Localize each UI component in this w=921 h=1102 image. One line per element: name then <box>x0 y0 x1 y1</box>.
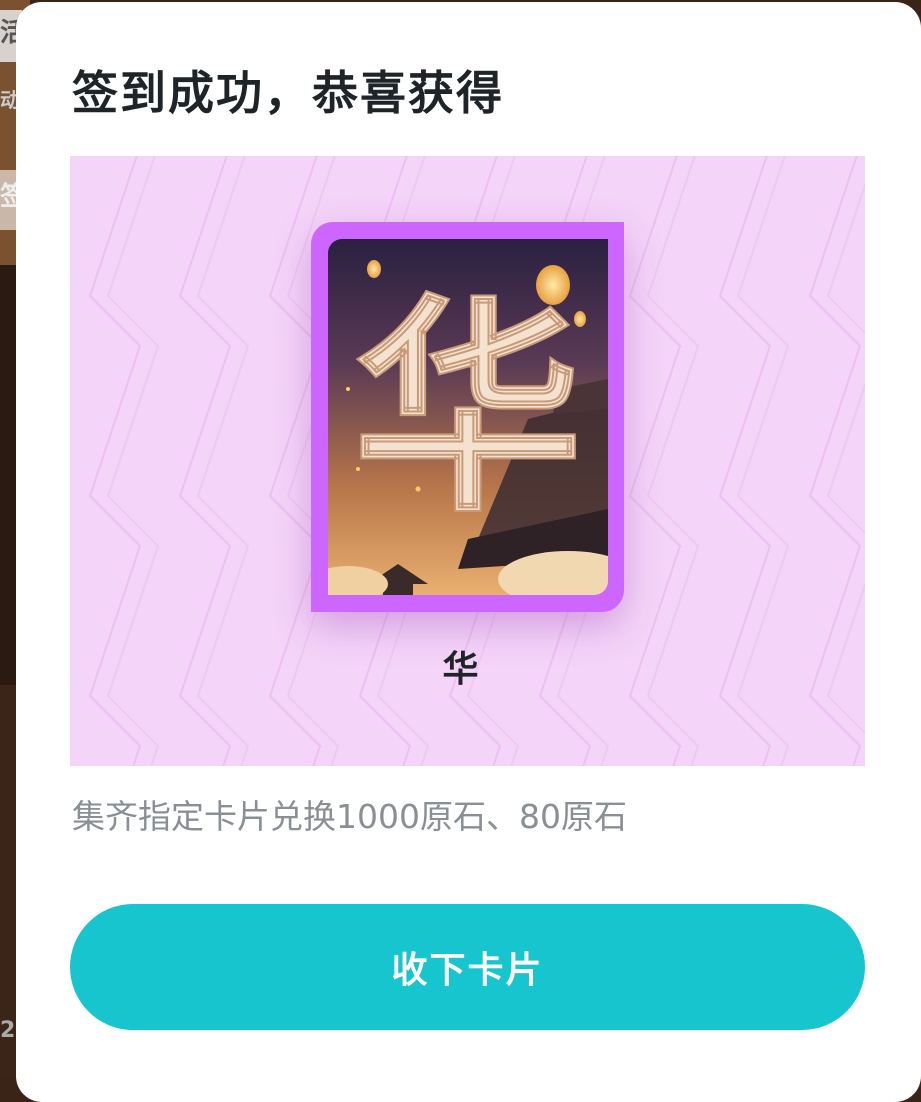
collect-card-button[interactable]: 收下卡片 <box>70 904 865 1030</box>
dialog-title: 签到成功，恭喜获得 <box>72 66 504 120</box>
card-name: 华 <box>442 649 479 690</box>
reward-description: 集齐指定卡片兑换1000原石、80原石 <box>72 797 627 836</box>
background-text-fragment: 2 <box>0 1018 16 1043</box>
card-art-character: 华 <box>353 277 583 544</box>
card-artwork: 华 <box>328 239 608 595</box>
card-artwork-illustration: 华 <box>328 239 608 595</box>
reward-card: 华 <box>311 222 624 612</box>
